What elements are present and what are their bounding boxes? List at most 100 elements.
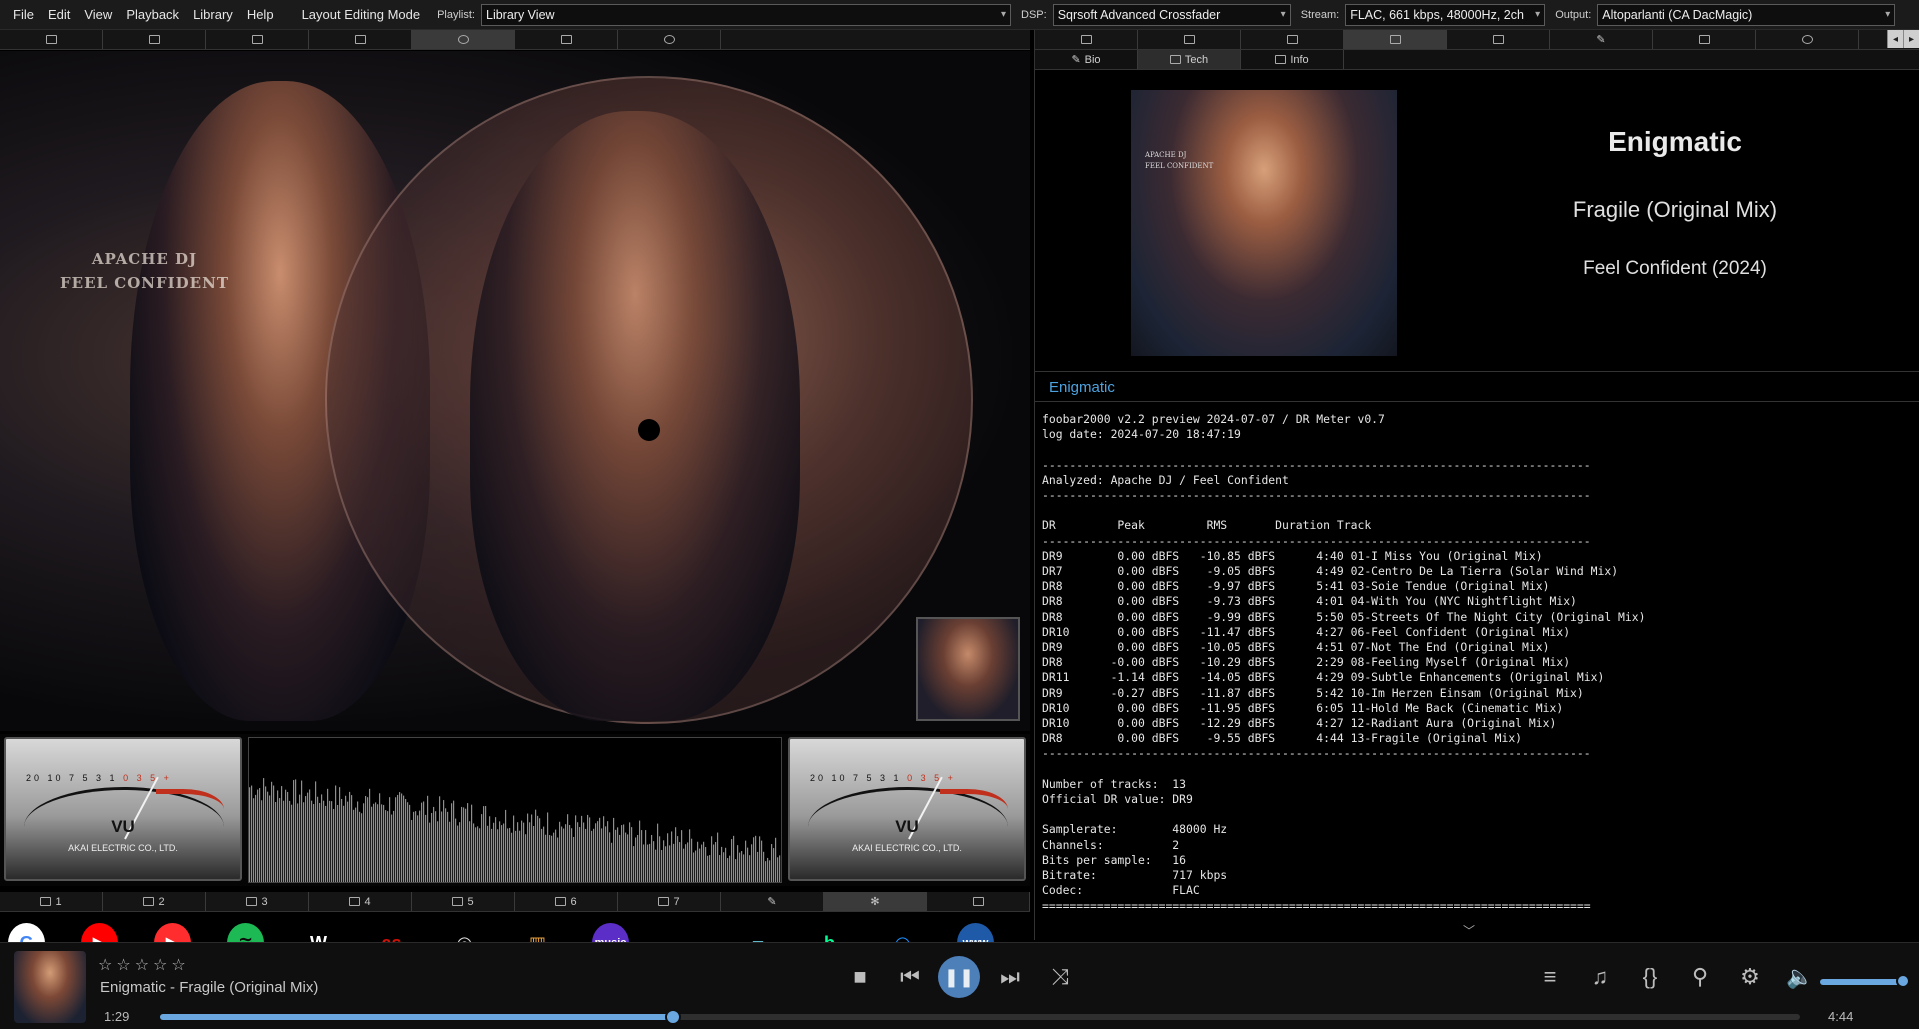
spectrum-bar — [675, 827, 677, 882]
spectrum-bar — [621, 825, 623, 882]
scroll-left-icon[interactable]: ◂ — [1887, 30, 1903, 48]
spectrum-bar — [287, 791, 289, 882]
tab-bottom-4[interactable]: 4 — [309, 892, 412, 911]
tab-bottom-3[interactable]: 3 — [206, 892, 309, 911]
scroll-right-icon[interactable]: ▸ — [1903, 30, 1919, 48]
stream-label: Stream: — [1300, 8, 1340, 21]
menu-view[interactable]: View — [77, 7, 119, 22]
tab-bottom-5[interactable]: 5 — [412, 892, 515, 911]
right-top-tabs: ✎ ◂ ▸ — [1035, 30, 1919, 50]
spectrum-bar — [407, 802, 409, 882]
tab-left-2[interactable] — [103, 30, 206, 49]
spectrum-bar — [353, 809, 355, 882]
menu-edit[interactable]: Edit — [41, 7, 77, 22]
tab-bio[interactable]: ✎ Bio — [1035, 50, 1138, 69]
album-icon — [251, 35, 263, 44]
tab-bottom-6[interactable]: 6 — [515, 892, 618, 911]
menu-library[interactable]: Library — [186, 7, 240, 22]
tab-right-6[interactable]: ✎ — [1550, 30, 1653, 49]
artwork-thumbnail[interactable] — [916, 617, 1020, 721]
volume-slider-handle[interactable] — [1896, 974, 1910, 988]
spectrum-bar — [499, 821, 501, 882]
seek-bar[interactable] — [160, 1009, 1800, 1025]
spectrum-bar — [313, 803, 315, 882]
tab-tech[interactable]: Tech — [1138, 50, 1241, 69]
tab-bottom-7[interactable]: 7 — [618, 892, 721, 911]
tab-left-1[interactable] — [0, 30, 103, 49]
stop-icon: ■ — [853, 964, 867, 989]
search-button[interactable]: ⚲ — [1682, 959, 1718, 995]
tab-bottom-10[interactable] — [927, 892, 1030, 911]
spectrum-bar — [779, 855, 781, 882]
spectrum-bar — [695, 850, 697, 882]
skip-previous-icon: ⏮ — [900, 964, 920, 989]
artwork-display: APACHE DJ FEEL CONFIDENT — [0, 51, 1030, 731]
tab-left-4[interactable] — [309, 30, 412, 49]
next-button[interactable]: ⏭ — [992, 959, 1028, 995]
spectrum-bar — [677, 836, 679, 882]
spectrum-bar — [657, 823, 659, 882]
previous-button[interactable]: ⏮ — [892, 959, 928, 995]
volume-slider[interactable] — [1820, 974, 1910, 988]
spectrum-bar — [705, 847, 707, 882]
tab-right-7[interactable] — [1653, 30, 1756, 49]
stream-select[interactable]: FLAC, 661 kbps, 48000Hz, 2ch ▾ — [1345, 3, 1546, 26]
spectrum-bar — [735, 859, 737, 882]
spectrum-bar — [547, 812, 549, 882]
footer-album-thumbnail[interactable] — [14, 951, 86, 1023]
menu-help[interactable]: Help — [240, 7, 281, 22]
spectrum-bar — [497, 829, 499, 882]
shuffle-button[interactable]: ⤨ — [1042, 959, 1078, 995]
tab-right-5[interactable] — [1447, 30, 1550, 49]
tab-bottom-9[interactable]: ✻ — [824, 892, 927, 911]
spectrum-bar — [259, 788, 261, 882]
seek-bar-handle[interactable] — [665, 1009, 682, 1025]
menu-playback[interactable]: Playback — [119, 7, 186, 22]
spectrum-bar — [749, 855, 751, 882]
spectrum-bar — [459, 822, 461, 882]
tab-right-1[interactable] — [1035, 30, 1138, 49]
tab-left-7[interactable] — [618, 30, 721, 49]
spectrum-bar — [681, 830, 683, 882]
tab-bottom-label: 3 — [261, 895, 268, 908]
chevron-down-icon[interactable]: ﹀ — [1463, 922, 1475, 939]
tab-right-2[interactable] — [1138, 30, 1241, 49]
spectrum-bar — [575, 815, 577, 882]
tab-bottom-2[interactable]: 2 — [103, 892, 206, 911]
tab-info[interactable]: Info — [1241, 50, 1344, 69]
tab-left-5[interactable] — [412, 30, 515, 49]
add-to-playlist-button[interactable]: ≡ — [1532, 959, 1568, 995]
pause-button[interactable]: ❚❚ — [938, 956, 980, 998]
spectrum-bar — [717, 832, 719, 882]
tab-right-3[interactable] — [1241, 30, 1344, 49]
panel-icon — [658, 897, 670, 906]
code-button[interactable]: {} — [1632, 959, 1668, 995]
menu-file[interactable]: File — [6, 7, 41, 22]
volume-button[interactable]: 🔈 — [1782, 959, 1818, 995]
dsp-select[interactable]: Sqrsoft Advanced Crossfader ▾ — [1052, 3, 1291, 26]
playlist-select[interactable]: Library View ▾ — [481, 3, 1011, 26]
output-select[interactable]: Altoparlanti (CA DacMagic) ▾ — [1597, 3, 1896, 26]
tab-right-8[interactable] — [1756, 30, 1859, 49]
tab-right-4[interactable] — [1344, 30, 1447, 49]
settings-button[interactable]: ⚙ — [1732, 959, 1768, 995]
spectrum-bar — [645, 830, 647, 882]
spectrum-bar — [379, 793, 381, 882]
speaker-icon: 🔈 — [1786, 964, 1814, 989]
tab-left-6[interactable] — [515, 30, 618, 49]
spectrum-bar — [701, 844, 703, 882]
copy-icon — [560, 35, 572, 44]
spectrum-bar — [745, 840, 747, 882]
spectrum-bar — [543, 826, 545, 882]
tab-bottom-1[interactable]: 1 — [0, 892, 103, 911]
stop-button[interactable]: ■ — [842, 959, 878, 995]
rating-stars[interactable]: ☆☆☆☆☆ — [98, 955, 190, 975]
spectrum-bar — [687, 842, 689, 882]
tab-bottom-8[interactable]: ✎ — [721, 892, 824, 911]
layout-editing-mode[interactable]: Layout Editing Mode — [295, 7, 428, 22]
spectrum-bar — [545, 834, 547, 882]
queue-button[interactable]: ♫ — [1582, 959, 1618, 995]
spectrum-bar — [431, 812, 433, 882]
tab-left-3[interactable] — [206, 30, 309, 49]
vu-scale-red: 0 3 5 + — [123, 773, 172, 783]
